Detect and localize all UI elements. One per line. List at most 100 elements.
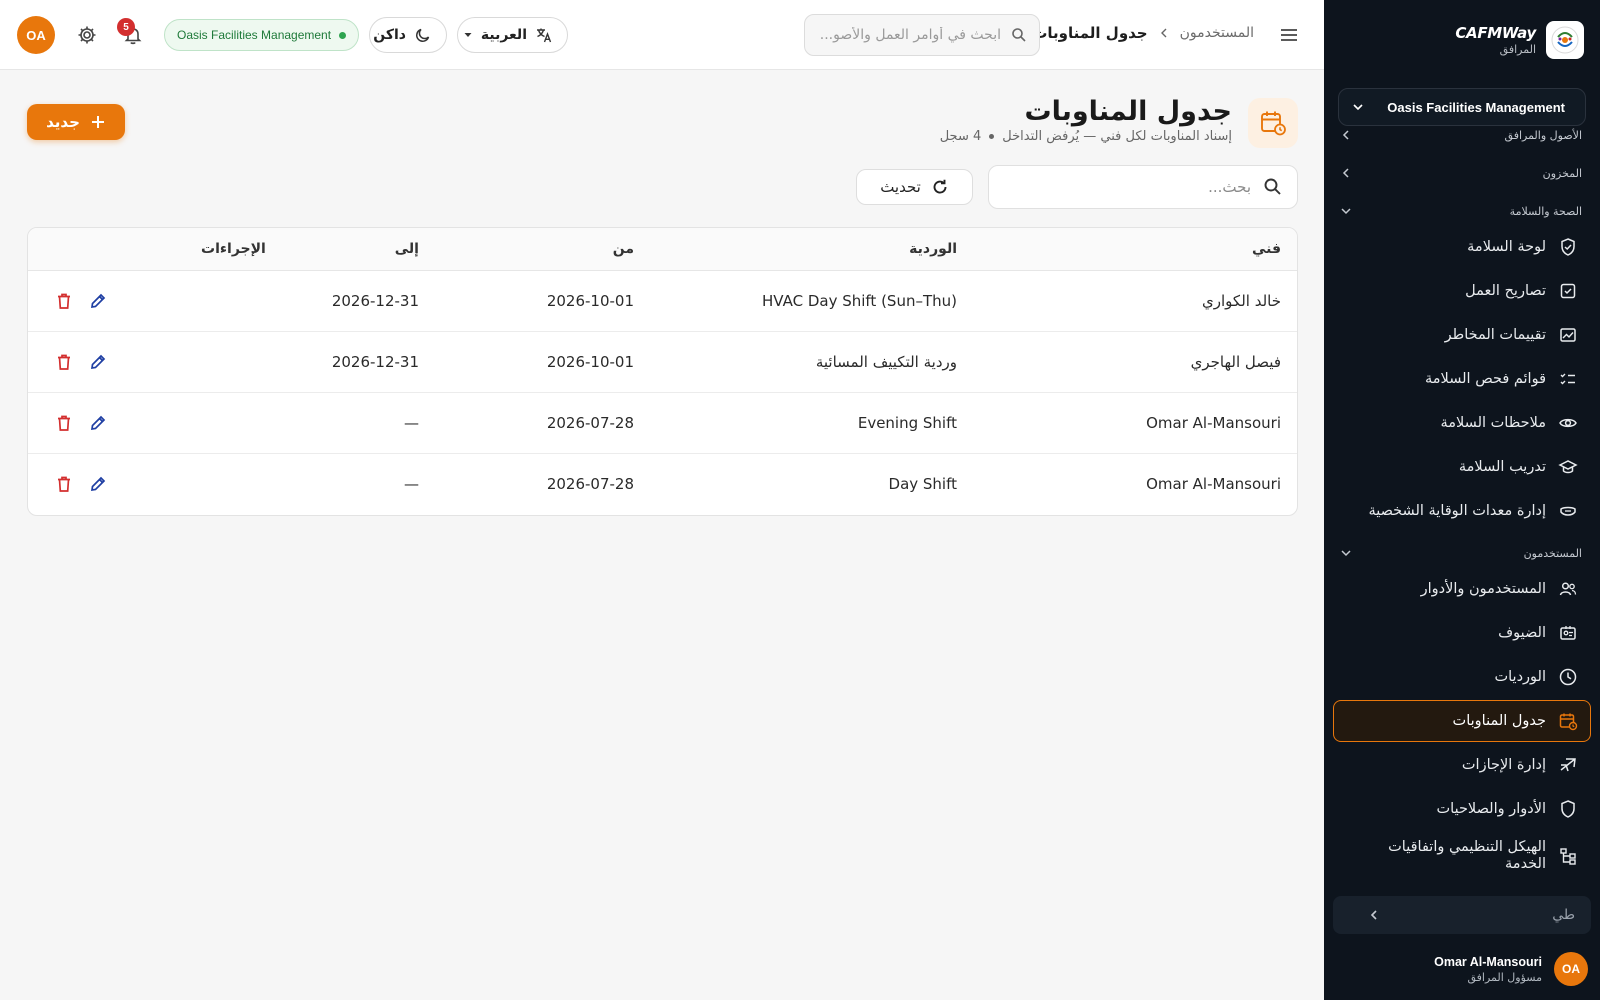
sidebar-item-safety-checklists[interactable]: قوائم فحص السلامة bbox=[1333, 358, 1591, 400]
edit-icon[interactable] bbox=[88, 413, 108, 433]
table-row[interactable]: فيصل الهاجري وردية التكييف المسائية 2026… bbox=[28, 332, 1297, 393]
sidebar-section-hse[interactable]: الصحة والسلامة bbox=[1324, 198, 1600, 224]
sidebar-item-shift-roster[interactable]: جدول المناوبات bbox=[1333, 700, 1591, 742]
moon-icon bbox=[414, 26, 432, 44]
status-dot-icon bbox=[339, 31, 347, 39]
new-button[interactable]: جديد bbox=[27, 104, 125, 140]
plus-icon bbox=[91, 116, 104, 128]
edit-icon[interactable] bbox=[88, 291, 108, 311]
table-search-input[interactable] bbox=[1011, 178, 1251, 196]
chevron-left-icon bbox=[1158, 27, 1170, 39]
sidebar-item-label: إدارة معدات الوقاية الشخصية bbox=[1368, 502, 1546, 519]
table-header: فني الوردية من إلى الإجراءات bbox=[28, 228, 1297, 271]
sidebar-item-ppe-management[interactable]: إدارة معدات الوقاية الشخصية bbox=[1333, 490, 1591, 532]
delete-icon[interactable] bbox=[54, 291, 74, 311]
sidebar-section-assets[interactable]: الأصول والمرافق bbox=[1324, 128, 1600, 148]
sidebar-user[interactable]: OA Omar Al-Mansouri مسؤول المرافق bbox=[1434, 950, 1588, 988]
sidebar-item-users-roles[interactable]: المستخدمون والأدوار bbox=[1333, 568, 1591, 610]
brand[interactable]: CAFMWay المرافق bbox=[1455, 20, 1584, 60]
table-search[interactable] bbox=[988, 165, 1298, 209]
theme-toggle[interactable]: داكن bbox=[369, 17, 447, 53]
column-header-technician[interactable]: فني bbox=[1252, 241, 1281, 257]
cell-from: 2026-10-01 bbox=[546, 353, 634, 371]
sidebar-item-leave-management[interactable]: إدارة الإجازات bbox=[1333, 744, 1591, 786]
clock-icon bbox=[1558, 667, 1578, 687]
cell-to: — bbox=[404, 414, 419, 432]
breadcrumb: المستخدمون جدول المناوبات bbox=[1032, 24, 1254, 42]
cell-technician: خالد الكواري bbox=[1202, 292, 1281, 310]
shield-check-icon bbox=[1558, 237, 1578, 257]
cell-technician: فيصل الهاجري bbox=[1190, 353, 1281, 371]
sidebar-item-roles-permissions[interactable]: الأدوار والصلاحيات bbox=[1333, 788, 1591, 830]
row-actions bbox=[54, 352, 108, 372]
sidebar-section-users[interactable]: المستخدمون bbox=[1324, 540, 1600, 566]
global-search-input[interactable] bbox=[821, 27, 1001, 43]
sidebar-section-label: الصحة والسلامة bbox=[1509, 204, 1582, 218]
sidebar-item-safety-training[interactable]: تدريب السلامة bbox=[1333, 446, 1591, 488]
user-name: Omar Al-Mansouri bbox=[1434, 954, 1542, 969]
sidebar-item-shifts[interactable]: الورديات bbox=[1333, 656, 1591, 698]
breadcrumb-parent[interactable]: المستخدمون bbox=[1180, 25, 1254, 41]
caret-down-icon bbox=[463, 30, 473, 40]
sidebar-item-risk-assessments[interactable]: تقييمات المخاطر bbox=[1333, 314, 1591, 356]
table-row[interactable]: Omar Al-Mansouri Evening Shift 2026-07-2… bbox=[28, 393, 1297, 454]
row-actions bbox=[54, 291, 108, 311]
shield-icon bbox=[1558, 799, 1578, 819]
table-row[interactable]: Omar Al-Mansouri Day Shift 2026-07-28 — bbox=[28, 454, 1297, 515]
theme-label: داكن bbox=[373, 27, 406, 43]
sidebar-item-label: إدارة الإجازات bbox=[1461, 756, 1546, 773]
cell-to: 2026-12-31 bbox=[331, 353, 419, 371]
chevron-left-icon bbox=[1367, 908, 1381, 922]
sidebar-item-org-structure[interactable]: الهيكل التنظيمي واتفاقيات الخدمة bbox=[1333, 832, 1591, 880]
delete-icon[interactable] bbox=[54, 413, 74, 433]
global-search[interactable] bbox=[804, 14, 1040, 56]
organization-badge-label: Oasis Facilities Management bbox=[177, 28, 332, 42]
table-row[interactable]: خالد الكواري HVAC Day Shift (Sun–Thu) 20… bbox=[28, 271, 1297, 332]
breadcrumb-current: جدول المناوبات bbox=[1032, 24, 1148, 42]
sidebar-item-visitors[interactable]: الضيوف bbox=[1333, 612, 1591, 654]
user-avatar[interactable]: OA bbox=[17, 16, 55, 54]
calendar-clock-icon bbox=[1248, 98, 1298, 148]
avatar: OA bbox=[1554, 952, 1588, 986]
brand-name: CAFMWay bbox=[1455, 24, 1536, 42]
refresh-button[interactable]: تحديث bbox=[856, 169, 973, 205]
topbar: المستخدمون جدول المناوبات العربية داكن O… bbox=[0, 0, 1324, 70]
column-header-from[interactable]: من bbox=[613, 241, 634, 257]
gear-icon[interactable] bbox=[76, 24, 98, 46]
cell-from: 2026-07-28 bbox=[546, 414, 634, 432]
edit-icon[interactable] bbox=[88, 474, 108, 494]
sidebar-collapse-button[interactable]: طي bbox=[1333, 896, 1591, 934]
plane-icon bbox=[1558, 755, 1578, 775]
language-select[interactable]: العربية bbox=[457, 17, 568, 53]
chevron-left-icon bbox=[1340, 167, 1352, 179]
menu-icon[interactable] bbox=[1278, 24, 1300, 46]
visitor-badge-icon bbox=[1558, 623, 1578, 643]
sidebar-item-safety-observations[interactable]: ملاحظات السلامة bbox=[1333, 402, 1591, 444]
chevron-down-icon bbox=[1340, 205, 1352, 217]
search-icon bbox=[1263, 177, 1283, 197]
organization-select[interactable]: Oasis Facilities Management bbox=[1338, 88, 1586, 126]
sidebar-nav: الأصول والمرافق المخزون الصحة والسلامة ل… bbox=[1324, 128, 1600, 888]
sidebar-section-label: الأصول والمرافق bbox=[1504, 128, 1582, 142]
sidebar-item-label: الأدوار والصلاحيات bbox=[1436, 800, 1546, 817]
sidebar-section-inventory[interactable]: المخزون bbox=[1324, 160, 1600, 186]
sidebar-item-label: الضيوف bbox=[1498, 624, 1546, 641]
org-chart-icon bbox=[1558, 846, 1578, 866]
organization-badge: Oasis Facilities Management bbox=[164, 19, 360, 51]
users-icon bbox=[1558, 579, 1578, 599]
edit-icon[interactable] bbox=[88, 352, 108, 372]
sidebar-item-safety-dashboard[interactable]: لوحة السلامة bbox=[1333, 226, 1591, 268]
sidebar: CAFMWay المرافق Oasis Facilities Managem… bbox=[1324, 0, 1600, 1000]
delete-icon[interactable] bbox=[54, 474, 74, 494]
cell-shift: وردية التكييف المسائية bbox=[815, 353, 957, 371]
cell-shift: HVAC Day Shift (Sun–Thu) bbox=[762, 292, 957, 310]
column-header-to[interactable]: إلى bbox=[395, 241, 419, 257]
column-header-shift[interactable]: الوردية bbox=[909, 241, 957, 257]
collapse-label: طي bbox=[1552, 907, 1575, 923]
notification-count-badge: 5 bbox=[117, 18, 135, 36]
chart-image-icon bbox=[1558, 325, 1578, 345]
sidebar-item-work-permits[interactable]: تصاريح العمل bbox=[1333, 270, 1591, 312]
chevron-left-icon bbox=[1340, 129, 1352, 141]
refresh-icon bbox=[933, 179, 947, 194]
delete-icon[interactable] bbox=[54, 352, 74, 372]
